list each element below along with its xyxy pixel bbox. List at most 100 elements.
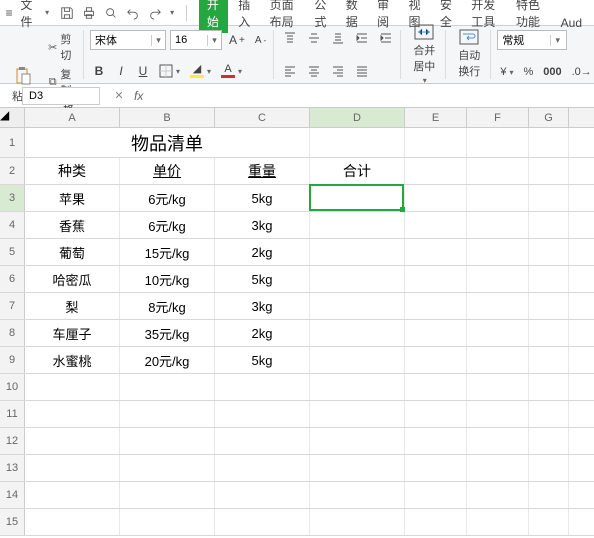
cell-F7[interactable] xyxy=(467,293,529,319)
cell-D11[interactable] xyxy=(310,401,405,427)
cell-B13[interactable] xyxy=(120,455,215,481)
cell-A15[interactable] xyxy=(25,509,120,535)
cell-C4[interactable]: 3kg xyxy=(215,212,310,238)
cell-E10[interactable] xyxy=(405,374,467,400)
cell-B10[interactable] xyxy=(120,374,215,400)
cell-G5[interactable] xyxy=(529,239,569,265)
cell-B3[interactable]: 6元/kg xyxy=(120,185,215,211)
font-size-combo[interactable]: ▾ xyxy=(170,30,222,50)
font-color-button[interactable]: A▾ xyxy=(218,63,245,79)
cell-D13[interactable] xyxy=(310,455,405,481)
cell-A9[interactable]: 水蜜桃 xyxy=(25,347,120,373)
row-header-15[interactable]: 15 xyxy=(0,509,25,535)
cell-F13[interactable] xyxy=(467,455,529,481)
cell-D9[interactable] xyxy=(310,347,405,373)
align-bottom-button[interactable] xyxy=(328,30,348,46)
tab-5[interactable]: 审阅 xyxy=(369,0,398,33)
col-header-E[interactable]: E xyxy=(405,108,467,127)
cell-G15[interactable] xyxy=(529,509,569,535)
col-header-G[interactable]: G xyxy=(529,108,569,127)
cell-C10[interactable] xyxy=(215,374,310,400)
col-header-A[interactable]: A xyxy=(25,108,120,127)
cell-C7[interactable]: 3kg xyxy=(215,293,310,319)
cell-C3[interactable]: 5kg xyxy=(215,185,310,211)
cell-F3[interactable] xyxy=(467,185,529,211)
row-header-14[interactable]: 14 xyxy=(0,482,25,508)
cell-D6[interactable] xyxy=(310,266,405,292)
row-header-4[interactable]: 4 xyxy=(0,212,25,238)
align-left-button[interactable] xyxy=(280,63,300,79)
cell-E13[interactable] xyxy=(405,455,467,481)
cell-C5[interactable]: 2kg xyxy=(215,239,310,265)
cell-D3[interactable] xyxy=(310,185,405,211)
fill-color-button[interactable]: ◢▾ xyxy=(187,63,214,79)
cell-B12[interactable] xyxy=(120,428,215,454)
cell-E5[interactable] xyxy=(405,239,467,265)
cell-G12[interactable] xyxy=(529,428,569,454)
cell-D12[interactable] xyxy=(310,428,405,454)
cell-G11[interactable] xyxy=(529,401,569,427)
cell-F4[interactable] xyxy=(467,212,529,238)
cell-G1[interactable] xyxy=(529,128,569,157)
tab-1[interactable]: 插入 xyxy=(230,0,259,33)
cell-A13[interactable] xyxy=(25,455,120,481)
row-header-13[interactable]: 13 xyxy=(0,455,25,481)
align-center-button[interactable] xyxy=(304,63,324,79)
cell-A7[interactable]: 梨 xyxy=(25,293,120,319)
col-header-D[interactable]: D xyxy=(310,108,405,127)
cell-E15[interactable] xyxy=(405,509,467,535)
cell-A12[interactable] xyxy=(25,428,120,454)
cell-A4[interactable]: 香蕉 xyxy=(25,212,120,238)
cell-D4[interactable] xyxy=(310,212,405,238)
cell-E1[interactable] xyxy=(405,128,467,157)
undo-icon[interactable] xyxy=(125,5,141,21)
hamburger-icon[interactable]: ≡ xyxy=(4,6,14,20)
cell-G9[interactable] xyxy=(529,347,569,373)
cell-A11[interactable] xyxy=(25,401,120,427)
cell-G7[interactable] xyxy=(529,293,569,319)
col-header-F[interactable]: F xyxy=(467,108,529,127)
qat-dropdown-icon[interactable]: ▾ xyxy=(170,8,174,17)
cell-B8[interactable]: 35元/kg xyxy=(120,320,215,346)
border-button[interactable]: ▾ xyxy=(156,63,183,79)
cut-button[interactable]: ✂剪切 xyxy=(44,30,79,64)
percent-button[interactable]: % xyxy=(520,65,536,79)
cell-G2[interactable] xyxy=(529,158,569,184)
comma-button[interactable]: 000 xyxy=(540,65,564,79)
align-middle-button[interactable] xyxy=(304,30,324,46)
print-icon[interactable] xyxy=(81,5,97,21)
cell-C11[interactable] xyxy=(215,401,310,427)
row-header-1[interactable]: 1 xyxy=(0,128,25,157)
increase-indent-button[interactable] xyxy=(376,30,396,46)
cell-F11[interactable] xyxy=(467,401,529,427)
row-header-6[interactable]: 6 xyxy=(0,266,25,292)
cell-F2[interactable] xyxy=(467,158,529,184)
cell-F6[interactable] xyxy=(467,266,529,292)
decrease-font-button[interactable]: A- xyxy=(252,34,269,47)
row-header-2[interactable]: 2 xyxy=(0,158,25,184)
cell-F9[interactable] xyxy=(467,347,529,373)
file-dropdown-icon[interactable]: ▾ xyxy=(45,8,49,17)
cell-D5[interactable] xyxy=(310,239,405,265)
name-box[interactable]: D3 xyxy=(22,87,100,105)
cell-E7[interactable] xyxy=(405,293,467,319)
cell-A6[interactable]: 哈密瓜 xyxy=(25,266,120,292)
cell-E4[interactable] xyxy=(405,212,467,238)
cell-G10[interactable] xyxy=(529,374,569,400)
cell-B11[interactable] xyxy=(120,401,215,427)
cell-E11[interactable] xyxy=(405,401,467,427)
redo-icon[interactable] xyxy=(147,5,163,21)
cell-F10[interactable] xyxy=(467,374,529,400)
row-header-3[interactable]: 3 xyxy=(0,185,25,211)
cell-F14[interactable] xyxy=(467,482,529,508)
number-format-combo[interactable]: ▾ xyxy=(497,30,567,50)
cell-B9[interactable]: 20元/kg xyxy=(120,347,215,373)
cell-G8[interactable] xyxy=(529,320,569,346)
select-all-corner[interactable]: ◢ xyxy=(0,108,25,127)
cell-G4[interactable] xyxy=(529,212,569,238)
cell-B7[interactable]: 8元/kg xyxy=(120,293,215,319)
cell-E14[interactable] xyxy=(405,482,467,508)
bold-button[interactable]: B xyxy=(90,64,108,78)
cell-D15[interactable] xyxy=(310,509,405,535)
cell-A5[interactable]: 葡萄 xyxy=(25,239,120,265)
